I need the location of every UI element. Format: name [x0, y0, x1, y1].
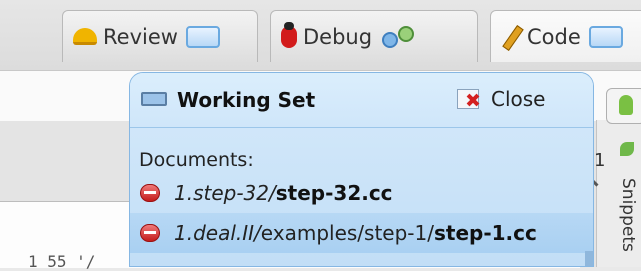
editor-line-fragment: 1 55 '/ [28, 252, 96, 271]
document-file: step-32.cc [275, 181, 393, 205]
working-set-header: Working Set Close [130, 73, 593, 128]
documents-heading: Documents: [139, 149, 254, 171]
side-panel-number: 1 [594, 150, 606, 171]
document-item-selected[interactable]: 1.deal.II/examples/step-1/step-1.cc [130, 213, 593, 253]
document-item[interactable]: 1.step-32/step-32.cc [130, 173, 593, 213]
working-set-popup: Working Set Close Documents: 1.step-32/s… [129, 72, 594, 267]
hard-hat-icon [73, 28, 97, 45]
lightbulb-icon [619, 95, 633, 115]
screen-icon [588, 25, 623, 48]
tab-code-label: Code [527, 24, 581, 49]
close-icon [457, 89, 479, 109]
popup-scrollbar[interactable] [585, 251, 593, 266]
tab-review[interactable]: Review [62, 10, 258, 62]
document-file: step-1.cc [433, 221, 537, 245]
snippets-tab-label[interactable]: Snippets [618, 178, 638, 252]
bug-icon [281, 21, 297, 48]
document-dir: 1.deal.II/ [174, 221, 261, 245]
document-dir: 1.step-32/ [174, 181, 276, 205]
remove-icon[interactable] [140, 184, 160, 202]
snippet-leaf-icon [620, 142, 634, 156]
monitor-icon [141, 92, 167, 106]
tab-debug[interactable]: Debug [270, 10, 478, 62]
working-set-title: Working Set [177, 88, 316, 112]
tab-debug-label: Debug [303, 24, 373, 49]
screen-icon [185, 25, 220, 48]
pencil-icon [501, 25, 521, 49]
document-path: examples/step-1/ [260, 221, 434, 245]
network-icon [380, 24, 415, 50]
close-label: Close [491, 87, 546, 111]
tab-review-label: Review [103, 24, 178, 49]
tip-button[interactable] [606, 88, 641, 124]
remove-icon[interactable] [140, 224, 160, 242]
close-button[interactable]: Close [457, 85, 545, 113]
tab-code[interactable]: Code [490, 10, 641, 62]
